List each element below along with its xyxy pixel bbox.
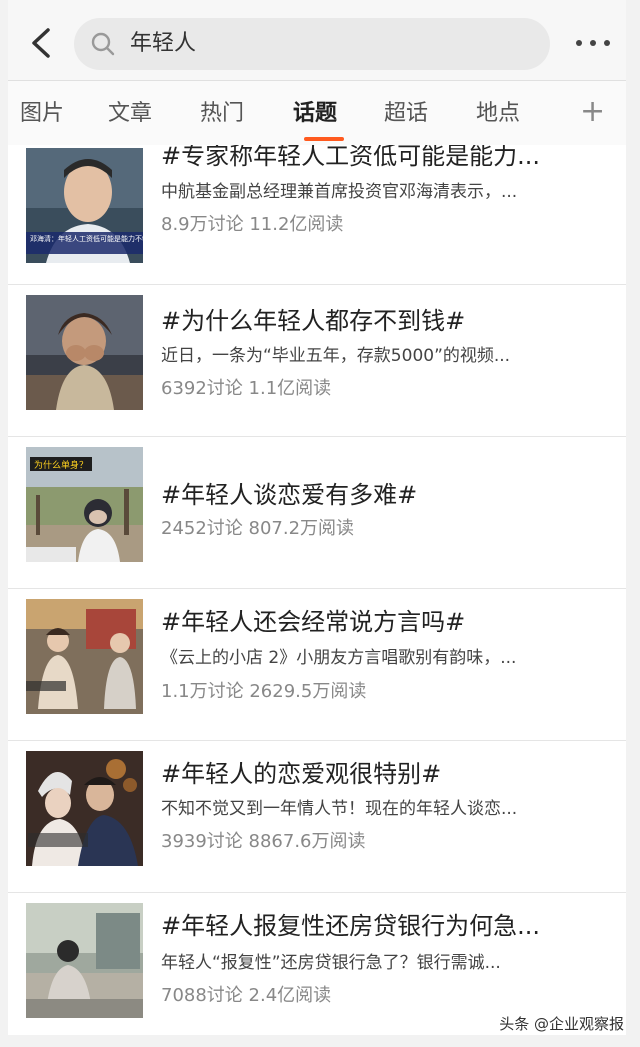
topic-item[interactable]: #年轻人的恋爱观很特别# 不知不觉又到一年情人节！现在的年轻人谈恋... 393… — [8, 741, 626, 893]
topic-description: 年轻人“报复性”还房贷银行急了？银行需诚... — [161, 953, 501, 973]
topic-description: 《云上的小店 2》小朋友方言唱歌别有韵味，... — [161, 648, 517, 668]
add-tab-icon[interactable]: + — [580, 97, 605, 127]
topic-thumbnail: 为什么单身？ — [26, 447, 143, 562]
topic-stats: 2452讨论 807.2万阅读 — [161, 518, 355, 539]
bottom-strip — [0, 1035, 640, 1047]
topic-item[interactable]: #为什么年轻人都存不到钱# 近日，一条为“毕业五年，存款5000”的视频... … — [8, 285, 626, 437]
tab-images[interactable]: 图片 — [20, 99, 64, 129]
topic-stats: 1.1万讨论 2629.5万阅读 — [161, 681, 367, 702]
tab-super-topics[interactable]: 超话 — [384, 99, 428, 129]
topic-title: #为什么年轻人都存不到钱# — [161, 307, 466, 335]
topic-thumbnail: 邓海清：年轻人工资低可能是能力不够 — [26, 148, 143, 263]
tab-hot[interactable]: 热门 — [200, 99, 244, 129]
tab-topics[interactable]: 话题 — [293, 99, 337, 129]
top-bar: 年轻人 — [8, 0, 626, 80]
topic-description: 近日，一条为“毕业五年，存款5000”的视频... — [161, 346, 511, 366]
topic-thumbnail — [26, 751, 143, 866]
topic-title: #年轻人还会经常说方言吗# — [161, 608, 466, 636]
topic-item[interactable]: #年轻人还会经常说方言吗# 《云上的小店 2》小朋友方言唱歌别有韵味，... 1… — [8, 589, 626, 741]
topic-title: #年轻人的恋爱观很特别# — [161, 760, 442, 788]
topic-stats: 6392讨论 1.1亿阅读 — [161, 378, 332, 399]
topic-stats: 7088讨论 2.4亿阅读 — [161, 985, 332, 1006]
more-options-icon[interactable] — [574, 40, 614, 50]
tab-articles[interactable]: 文章 — [108, 99, 152, 129]
tab-bar: 图片 文章 热门 话题 超话 地点 + — [8, 81, 626, 145]
topic-stats: 8.9万讨论 11.2亿阅读 — [161, 214, 344, 235]
tab-places[interactable]: 地点 — [476, 99, 520, 129]
active-tab-indicator — [304, 137, 344, 141]
search-icon — [91, 32, 115, 56]
topic-results-list: 邓海清：年轻人工资低可能是能力不够 #专家称年轻人工资低可能是能力... 中航基… — [8, 145, 626, 1035]
topic-item[interactable]: 为什么单身？ #年轻人谈恋爱有多难# 2452讨论 807.2万阅读 — [8, 437, 626, 589]
topic-title: #专家称年轻人工资低可能是能力... — [161, 145, 540, 170]
search-query: 年轻人 — [130, 31, 197, 56]
source-watermark: 头条 @企业观察报 — [497, 1014, 626, 1034]
topic-item[interactable]: 邓海清：年轻人工资低可能是能力不够 #专家称年轻人工资低可能是能力... 中航基… — [8, 145, 626, 285]
topic-thumbnail — [26, 295, 143, 410]
topic-stats: 3939讨论 8867.6万阅读 — [161, 831, 366, 852]
thumbnail-caption: 邓海清：年轻人工资低可能是能力不够 — [30, 234, 143, 243]
topic-title: #年轻人谈恋爱有多难# — [161, 481, 418, 509]
topic-thumbnail — [26, 903, 143, 1018]
back-arrow-icon[interactable] — [28, 26, 56, 60]
topic-title: #年轻人报复性还房贷银行为何急... — [161, 912, 540, 940]
thumbnail-caption: 为什么单身？ — [34, 459, 88, 471]
topic-thumbnail — [26, 599, 143, 714]
topic-description: 不知不觉又到一年情人节！现在的年轻人谈恋... — [161, 799, 518, 819]
topic-description: 中航基金副总经理兼首席投资官邓海清表示，... — [161, 182, 518, 202]
search-input[interactable]: 年轻人 — [74, 18, 550, 70]
